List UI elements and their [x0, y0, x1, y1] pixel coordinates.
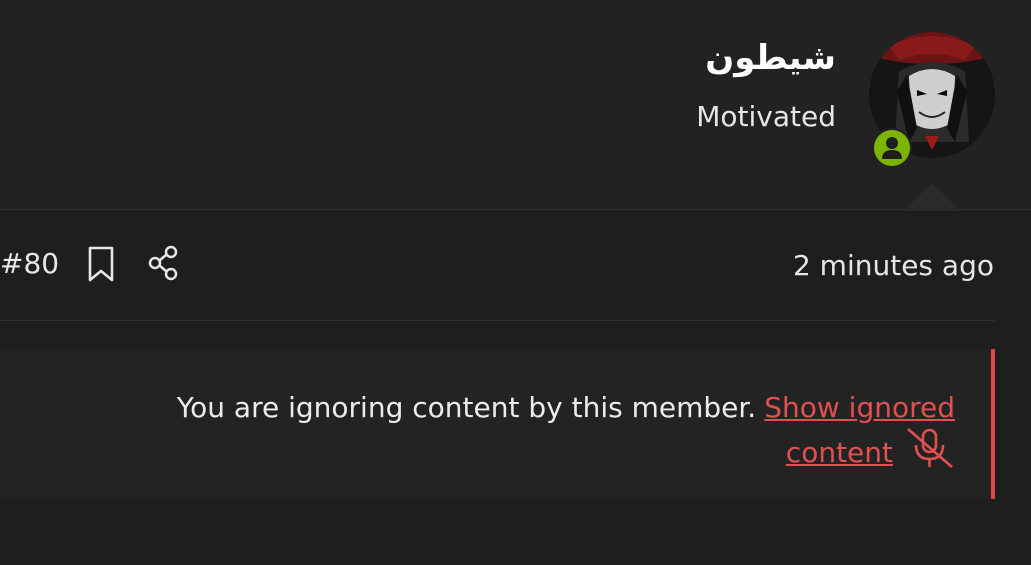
- microphone-off-icon: [905, 427, 955, 469]
- online-status-badge: [872, 128, 912, 168]
- user-icon: [874, 130, 910, 166]
- post-meta-bar: #80 2 minutes ago: [0, 211, 1031, 321]
- share-icon[interactable]: [146, 245, 182, 281]
- ignored-notice-text: You are ignoring content by this member.…: [75, 385, 955, 475]
- user-header: شيطون Motivated: [0, 0, 1031, 211]
- ignored-message: You are ignoring content by this member.: [176, 391, 757, 424]
- divider: [0, 320, 995, 321]
- user-name[interactable]: شيطون: [705, 38, 836, 78]
- ignored-content-notice: You are ignoring content by this member.…: [0, 349, 995, 499]
- post-number-link[interactable]: #80: [0, 247, 59, 280]
- post-timestamp[interactable]: 2 minutes ago: [793, 249, 994, 282]
- bookmark-icon[interactable]: [86, 245, 116, 283]
- header-pointer: [904, 183, 960, 211]
- user-title: Motivated: [696, 100, 836, 133]
